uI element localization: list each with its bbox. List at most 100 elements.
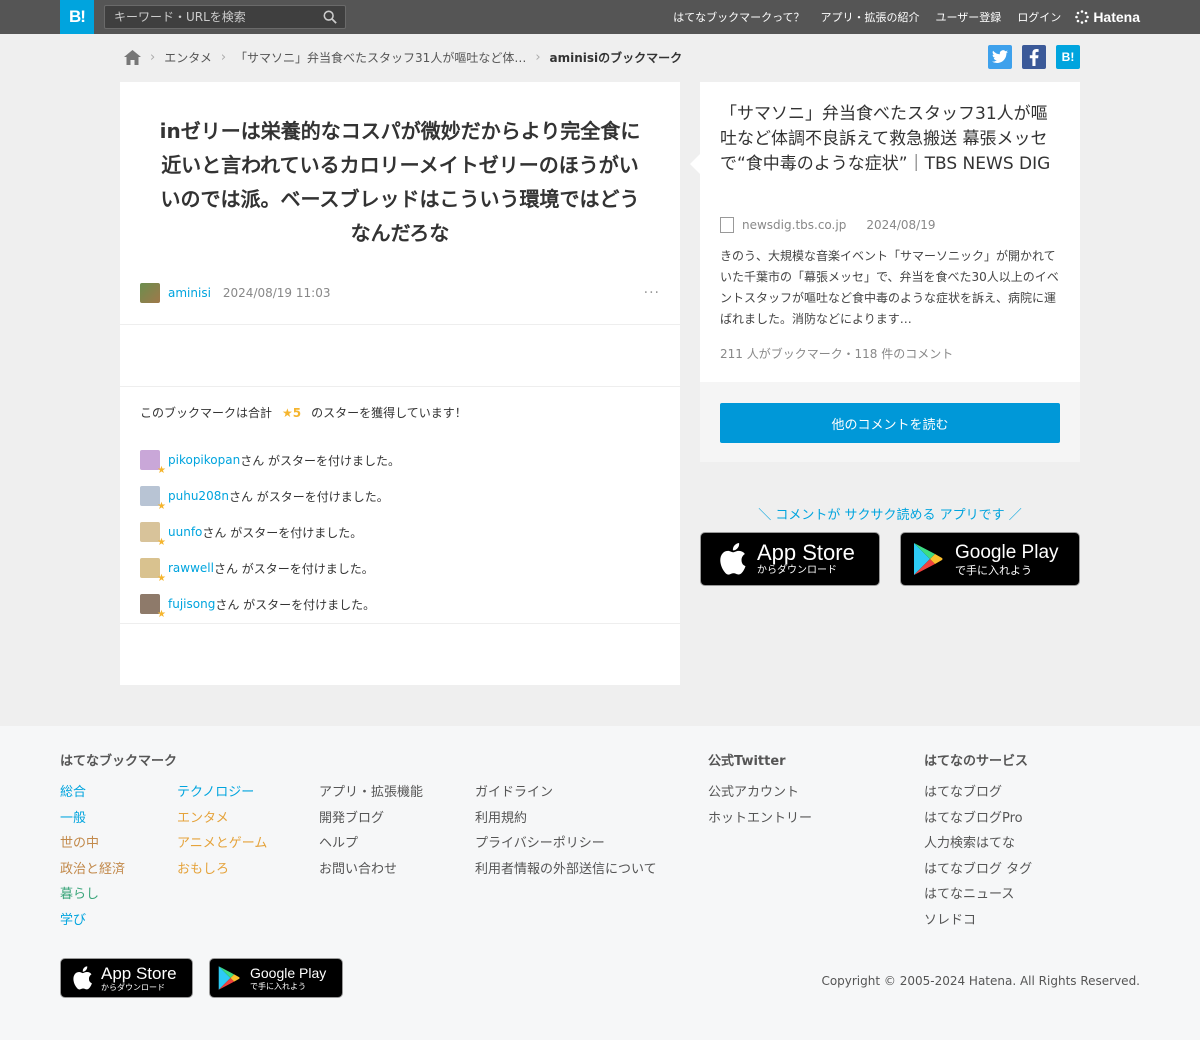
footer-link[interactable]: 利用規約 <box>475 806 657 832</box>
star-user[interactable]: rawwell <box>168 561 214 575</box>
star-text: さん がスターを付けました。 <box>202 525 363 540</box>
avatar[interactable]: ★ <box>140 486 166 512</box>
cta-area: 他のコメントを読む <box>700 382 1080 462</box>
footer-link[interactable]: ホットエントリー <box>708 806 812 832</box>
app-store-button[interactable]: App Store からダウンロード <box>700 532 880 586</box>
entry-domain[interactable]: newsdig.tbs.co.jp <box>742 218 846 232</box>
nav-register[interactable]: ユーザー登録 <box>936 9 1002 25</box>
footer-link[interactable]: はてなブログ <box>924 780 1032 806</box>
star-icon: ★ <box>157 609 166 620</box>
twitter-share-button[interactable] <box>988 45 1012 69</box>
read-comments-button[interactable]: 他のコメントを読む <box>720 403 1060 443</box>
footer-link[interactable]: 公式アカウント <box>708 780 812 806</box>
star-icon: ★ <box>157 573 166 584</box>
footer-link[interactable]: 開発ブログ <box>319 806 423 832</box>
footer-link[interactable]: おもしろ <box>177 857 267 883</box>
footer-heading: はてなのサービス <box>924 754 1029 769</box>
search-box[interactable] <box>104 5 346 29</box>
chevron-right-icon: › <box>220 49 227 65</box>
footer-app-store-button[interactable]: App Store からダウンロード <box>60 958 193 998</box>
list-item: ★ puhu208n さん がスターを付けました。 <box>140 478 400 514</box>
nav-apps[interactable]: アプリ・拡張の紹介 <box>821 9 920 25</box>
comment-user[interactable]: aminisi <box>168 286 211 300</box>
home-icon[interactable] <box>124 49 141 65</box>
footer-link[interactable]: 世の中 <box>60 831 177 857</box>
breadcrumb-current: aminisiのブックマーク <box>549 50 683 65</box>
hatena-dots-icon <box>1075 10 1090 24</box>
footer-col-legal: ガイドライン 利用規約 プライバシーポリシー 利用者情報の外部送信について <box>475 780 657 882</box>
star-icon: ★ <box>157 537 166 548</box>
google-play-icon <box>914 543 943 575</box>
nav-about[interactable]: はてなブックマークって？ <box>673 9 804 25</box>
entry-meta: newsdig.tbs.co.jp 2024/08/19 <box>720 217 936 233</box>
nav-login[interactable]: ログイン <box>1017 9 1061 25</box>
entry-card: 「サマソニ」弁当食べたスタッフ31人が嘔吐など体調不良訴えて救急搬送 幕張メッセ… <box>690 82 1080 382</box>
avatar[interactable]: ★ <box>140 450 166 476</box>
more-options-icon[interactable]: ··· <box>644 285 660 301</box>
star-user[interactable]: puhu208n <box>168 489 229 503</box>
facebook-icon <box>1029 48 1039 66</box>
footer-link[interactable]: 政治と経済 <box>60 857 177 883</box>
breadcrumb-entry[interactable]: 「サマソニ」弁当食べたスタッフ31人が嘔吐など体… <box>235 49 526 66</box>
footer-google-play-button[interactable]: Google Play で手に入れよう <box>209 958 343 998</box>
star-user[interactable]: fujisong <box>168 597 215 611</box>
footer-link[interactable]: 総合 <box>60 780 177 806</box>
footer-link[interactable]: はてなブログPro <box>924 806 1032 832</box>
star-text: さん がスターを付けました。 <box>240 453 401 468</box>
google-play-label: Google Play <box>250 964 327 981</box>
chevron-right-icon: › <box>535 49 541 65</box>
footer-link[interactable]: アニメとゲーム <box>177 831 267 857</box>
comment-user-row: aminisi 2024/08/19 11:03 ··· <box>140 282 660 304</box>
footer-col-services: はてなのサービス はてなブログ はてなブログPro 人力検索はてな はてなブログ… <box>924 750 1032 934</box>
google-play-icon <box>218 966 240 990</box>
footer-link[interactable]: はてなブログ タグ <box>924 857 1032 883</box>
footer-link[interactable]: 暮らし <box>60 882 177 908</box>
star-icon: ★ <box>157 501 166 512</box>
footer-link[interactable]: プライバシーポリシー <box>475 831 657 857</box>
avatar[interactable] <box>140 283 160 303</box>
footer-link[interactable]: ヘルプ <box>319 831 423 857</box>
hatena-share-button[interactable]: B! <box>1056 45 1080 69</box>
hatena-brand-label: Hatena <box>1093 9 1140 25</box>
google-play-sublabel: で手に入れよう <box>250 981 306 991</box>
star-text: さん がスターを付けました。 <box>213 561 374 576</box>
list-item: ★ uunfo さん がスターを付けました。 <box>140 514 400 550</box>
apple-icon <box>720 543 746 575</box>
avatar[interactable]: ★ <box>140 594 166 620</box>
footer-link[interactable]: 学び <box>60 908 177 934</box>
footer-link[interactable]: はてなニュース <box>924 882 1032 908</box>
avatar[interactable]: ★ <box>140 522 166 548</box>
comment-date[interactable]: 2024/08/19 11:03 <box>223 286 331 300</box>
google-play-button[interactable]: Google Play で手に入れよう <box>900 532 1080 586</box>
google-play-sublabel: で手に入れよう <box>955 564 1032 577</box>
footer-link[interactable]: アプリ・拡張機能 <box>319 780 423 806</box>
footer-link[interactable]: 利用者情報の外部送信について <box>475 857 657 883</box>
avatar[interactable]: ★ <box>140 558 166 584</box>
footer-link[interactable]: テクノロジー <box>177 780 267 806</box>
footer-link[interactable]: 一般 <box>60 806 177 832</box>
entry-summary: きのう、大規模な音楽イベント「サマーソニック」が開かれていた千葉市の「幕張メッセ… <box>720 249 1059 326</box>
hatena-bookmark-logo[interactable]: B! <box>60 0 94 34</box>
footer-heading: 公式Twitter <box>708 754 786 769</box>
app-promo-text: ＼ コメントが サクサク読める アプリです ／ <box>758 508 1022 523</box>
footer-link[interactable]: 人力検索はてな <box>924 831 1032 857</box>
star-user[interactable]: uunfo <box>168 525 202 539</box>
facebook-share-button[interactable] <box>1022 45 1046 69</box>
hatena-brand[interactable]: Hatena <box>1075 9 1140 25</box>
breadcrumb-category[interactable]: エンタメ <box>164 49 212 66</box>
entry-counts[interactable]: 211 人がブックマーク・118 件のコメント <box>720 345 953 362</box>
footer-link[interactable]: お問い合わせ <box>319 857 423 883</box>
search-icon[interactable] <box>323 10 337 24</box>
twitter-icon <box>992 50 1008 64</box>
star-user[interactable]: pikopikopan <box>168 453 240 467</box>
app-store-sublabel: からダウンロード <box>757 565 837 576</box>
app-store-label: App Store <box>101 963 177 983</box>
footer-link[interactable]: ソレドコ <box>924 908 1032 934</box>
footer-link[interactable]: ガイドライン <box>475 780 657 806</box>
bookmark-comment: inゼリーは栄養的なコスパが微妙だからより完全食に近いと言われているカロリーメイ… <box>159 119 641 245</box>
divider <box>120 386 680 387</box>
footer-link[interactable]: エンタメ <box>177 806 267 832</box>
search-input[interactable] <box>105 6 315 28</box>
entry-title[interactable]: 「サマソニ」弁当食べたスタッフ31人が嘔吐など体調不良訴えて救急搬送 幕張メッセ… <box>720 102 1060 177</box>
app-store-sublabel: からダウンロード <box>101 982 165 992</box>
